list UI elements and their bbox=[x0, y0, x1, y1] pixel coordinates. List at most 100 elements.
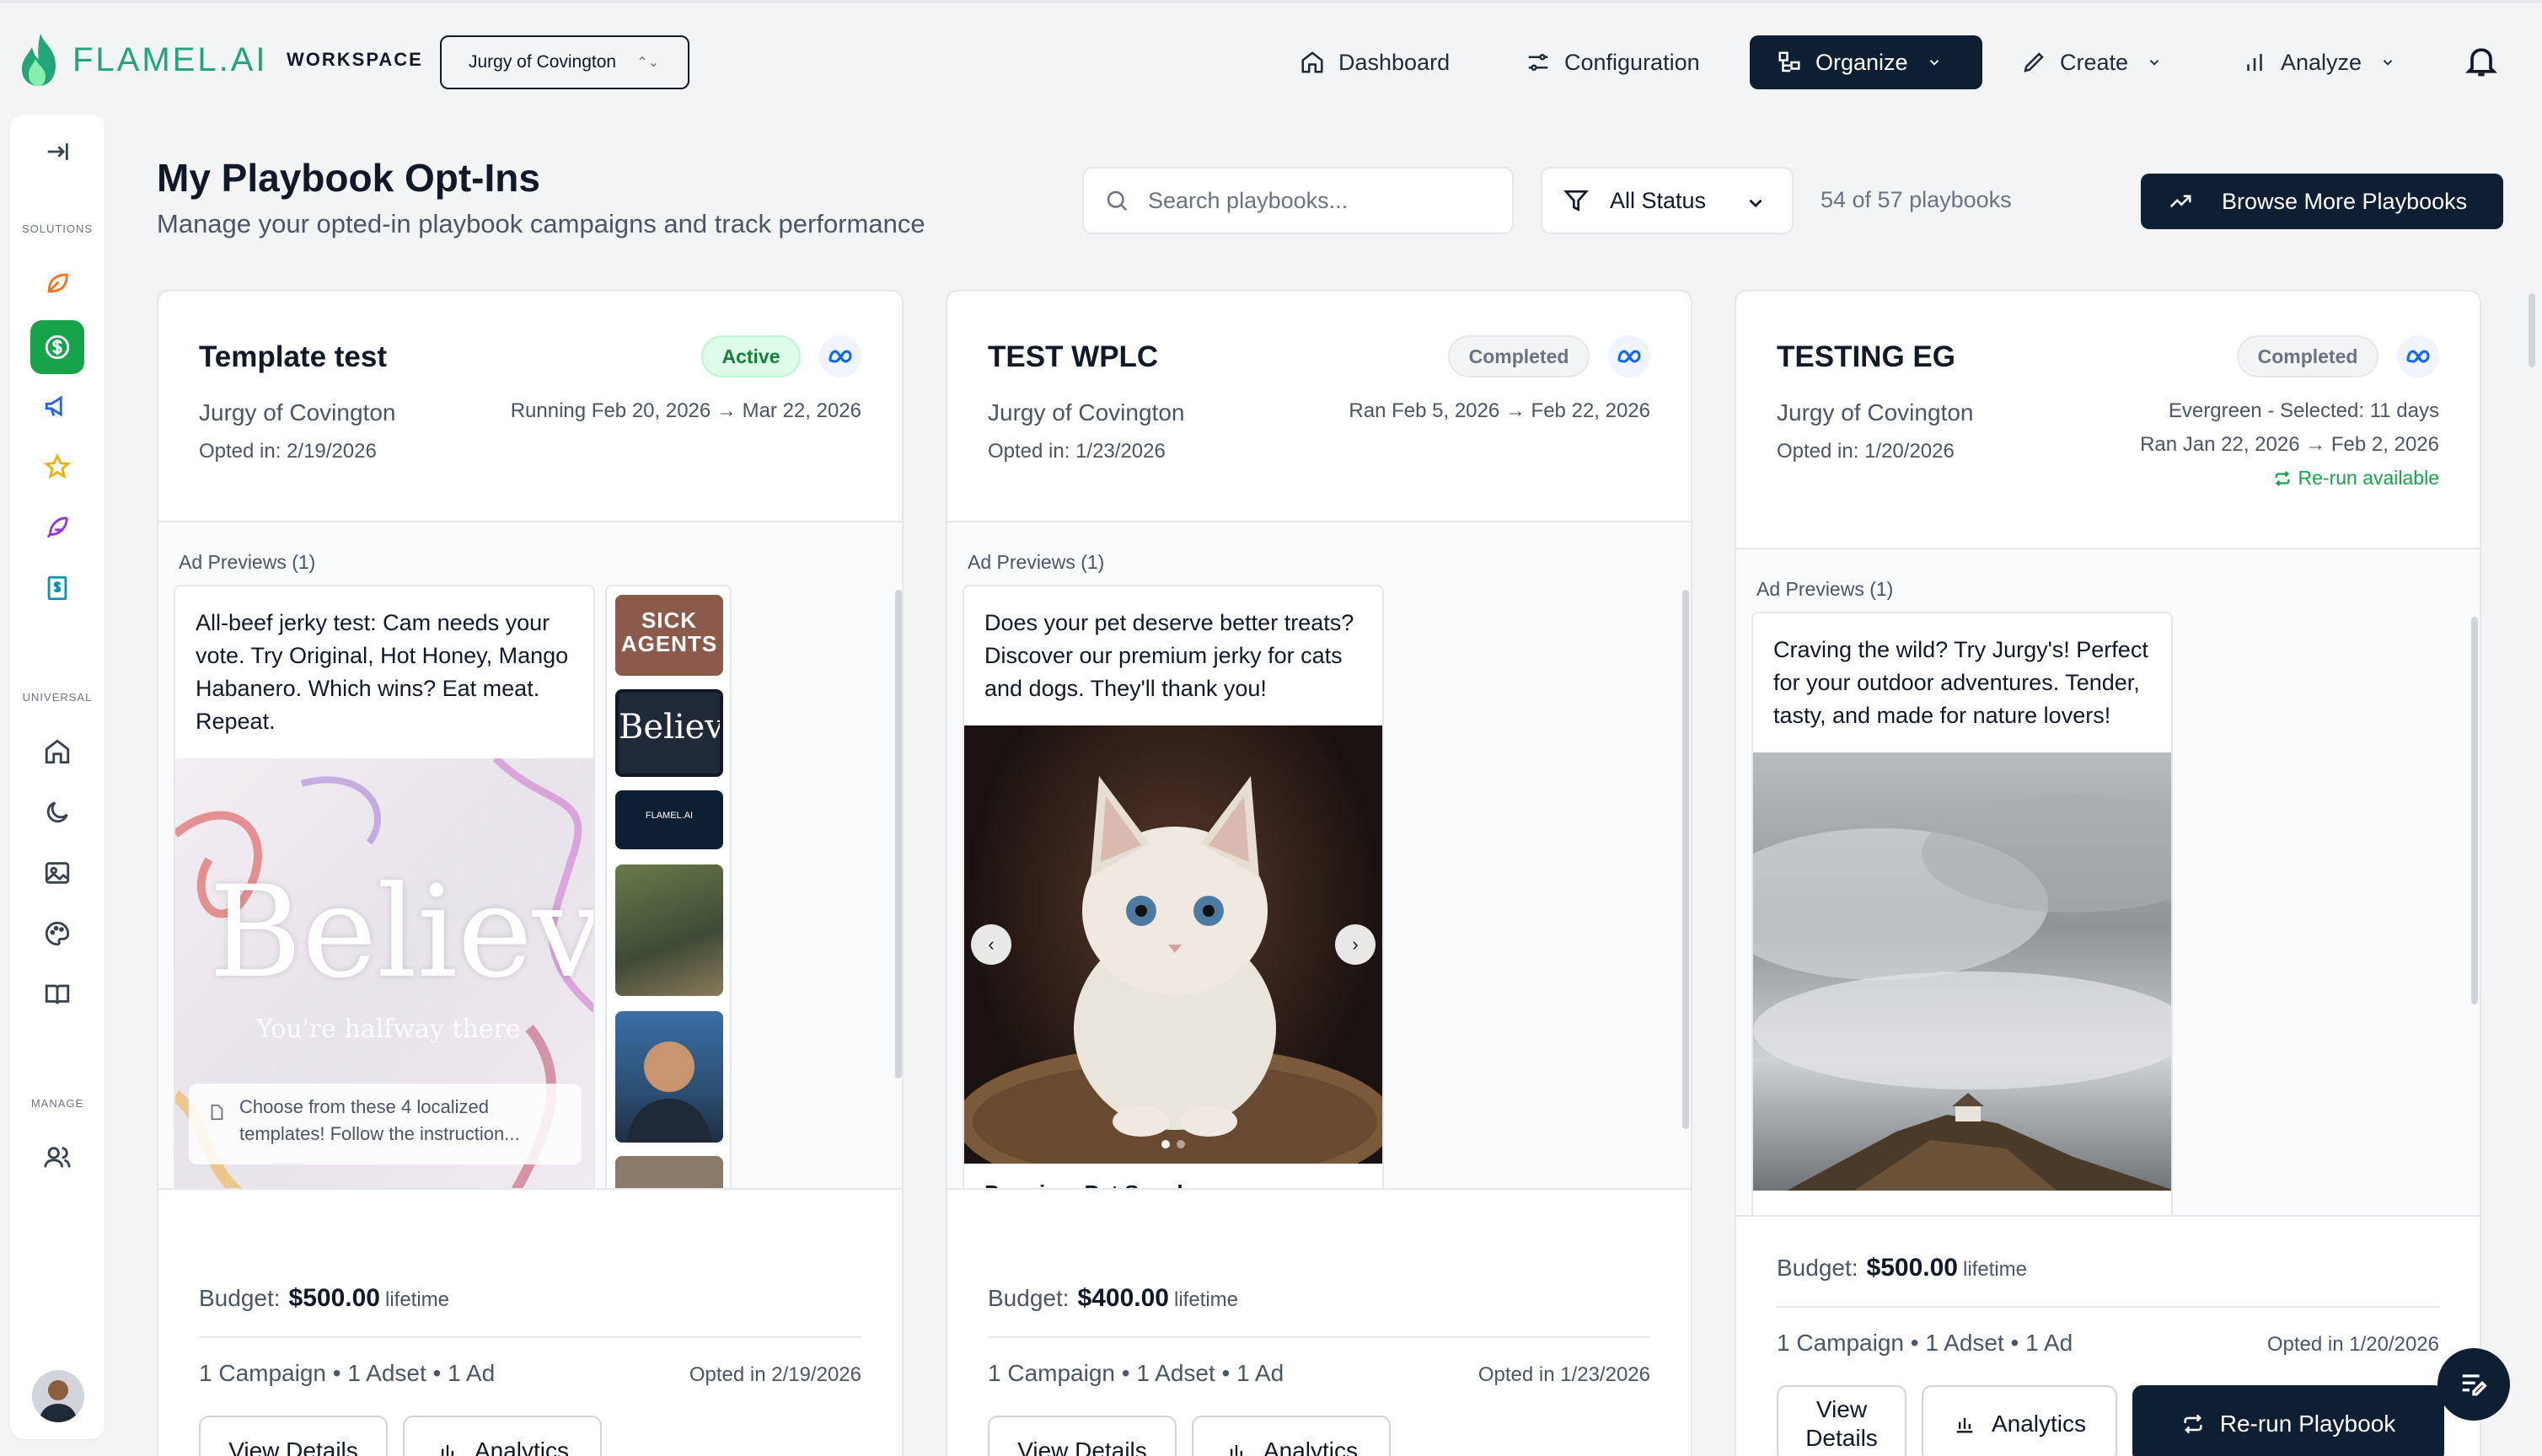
nav-configuration[interactable]: Configuration bbox=[1526, 35, 1700, 89]
budget-unit: lifetime bbox=[1962, 1258, 2028, 1281]
card-opted-date: Opted in 2/19/2026 bbox=[689, 1363, 861, 1386]
analytics-button[interactable]: Analytics bbox=[1192, 1416, 1391, 1456]
collapse-sidebar-button[interactable] bbox=[39, 133, 76, 170]
palette-icon bbox=[45, 921, 70, 946]
thumbnail[interactable] bbox=[615, 1156, 723, 1188]
ad-previews: Ad Previews (1) Craving the wild? Try Ju… bbox=[1736, 549, 2480, 1217]
sidebar-item-star[interactable] bbox=[39, 448, 76, 485]
repeat-icon bbox=[2184, 1414, 2202, 1434]
budget-unit: lifetime bbox=[1173, 1288, 1239, 1311]
sidebar-item-book[interactable] bbox=[39, 976, 76, 1013]
preview-scrollbar[interactable] bbox=[895, 590, 902, 1079]
search-input[interactable] bbox=[1148, 187, 1485, 214]
sidebar-item-megaphone[interactable] bbox=[39, 388, 76, 425]
ad-previews: Ad Previews (1) Does your pet deserve be… bbox=[947, 522, 1691, 1190]
trending-up-icon bbox=[2169, 195, 2191, 208]
sidebar-item-leaf[interactable] bbox=[39, 265, 76, 302]
search-box[interactable] bbox=[1082, 167, 1514, 234]
sidebar-section-universal: UNIVERSAL bbox=[22, 691, 93, 704]
sidebar-item-home[interactable] bbox=[39, 733, 76, 770]
card-stats: 1 Campaign • 1 Adset • 1 Ad bbox=[199, 1360, 496, 1386]
sidebar-item-history[interactable] bbox=[39, 794, 76, 831]
moon-clock-icon bbox=[46, 801, 68, 823]
budget-label: Budget: bbox=[199, 1285, 281, 1311]
workspace-select[interactable]: Jurgy of Covington ⌃⌄ bbox=[440, 35, 689, 89]
carousel-next-button[interactable]: › bbox=[1335, 924, 1376, 965]
carousel-prev-button[interactable]: ‹ bbox=[971, 924, 1011, 965]
bar-chart-icon bbox=[2247, 54, 2262, 71]
ad-preview[interactable]: Does your pet deserve better treats? Dis… bbox=[963, 585, 1384, 1188]
page-subtitle: Manage your opted-in playbook campaigns … bbox=[157, 209, 925, 238]
meta-platform-icon bbox=[819, 335, 861, 377]
sidebar-item-dollar[interactable] bbox=[30, 320, 84, 374]
meta-platform-icon bbox=[2397, 335, 2439, 377]
leaf-icon bbox=[47, 273, 68, 293]
workspace-label: WORKSPACE bbox=[287, 49, 423, 70]
ad-preview[interactable]: All-beef jerky test: Cam needs your vote… bbox=[174, 585, 595, 1188]
status-filter[interactable]: All Status bbox=[1541, 167, 1794, 234]
budget: Budget: $500.00 lifetime bbox=[1777, 1254, 2027, 1282]
template-note-text: Choose from these 4 localized templates!… bbox=[239, 1096, 520, 1144]
nav-organize[interactable]: Organize bbox=[1750, 35, 1982, 89]
carousel-dot[interactable] bbox=[1177, 1140, 1185, 1148]
thumbnail-selected[interactable]: Believe bbox=[615, 689, 723, 777]
nav-create[interactable]: Create bbox=[2021, 35, 2175, 89]
sidebar-item-palette[interactable] bbox=[39, 915, 76, 952]
thumbnail[interactable] bbox=[615, 1011, 723, 1143]
browse-button-label: Browse More Playbooks bbox=[2222, 188, 2468, 214]
ad-thumbnails: SICK AGENTS Believe FLAMEL.AI bbox=[605, 585, 732, 1188]
thumbnail[interactable] bbox=[615, 864, 723, 996]
ad-previews-label: Ad Previews (1) bbox=[179, 551, 316, 573]
page-scrollbar[interactable] bbox=[2529, 293, 2535, 367]
dollar-circle-icon bbox=[45, 335, 70, 360]
user-avatar-icon bbox=[32, 1370, 84, 1422]
view-details-button[interactable]: View Details bbox=[199, 1416, 388, 1456]
rerun-available-link[interactable]: Re-run available bbox=[2273, 467, 2439, 490]
sidebar-item-feather[interactable] bbox=[39, 509, 76, 546]
rerun-playbook-button[interactable]: Re-run Playbook bbox=[2132, 1385, 2444, 1456]
pencil-icon bbox=[2024, 52, 2044, 72]
nav-dashboard[interactable]: Dashboard bbox=[1300, 35, 1450, 89]
card-run-mode: Evergreen - Selected: 11 days bbox=[2168, 399, 2439, 422]
view-details-button[interactable]: View Details bbox=[988, 1416, 1177, 1456]
analytics-label: Analytics bbox=[474, 1437, 570, 1456]
sidebar-item-users[interactable] bbox=[39, 1139, 76, 1176]
sidebar-item-invoice[interactable] bbox=[39, 570, 76, 607]
view-details-button[interactable]: View Details bbox=[1777, 1385, 1906, 1456]
assistant-fab-button[interactable] bbox=[2437, 1348, 2510, 1421]
card-title: TESTING EG bbox=[1777, 340, 1955, 373]
thumbnail[interactable]: FLAMEL.AI bbox=[615, 790, 723, 849]
card-run-dates: Ran Jan 22, 2026 → Feb 2, 2026 bbox=[2140, 433, 2439, 456]
sidebar: SOLUTIONS UNIVERSAL MANAGE bbox=[10, 115, 105, 1439]
flame-logo-icon bbox=[22, 34, 56, 86]
preview-scrollbar[interactable] bbox=[1682, 590, 1689, 1129]
divider bbox=[1777, 1306, 2439, 1308]
ad-preview[interactable]: Craving the wild? Try Jurgy's! Perfect f… bbox=[1751, 612, 2173, 1215]
avatar[interactable] bbox=[32, 1370, 84, 1422]
chevron-down-icon bbox=[2383, 60, 2393, 66]
bar-chart-icon bbox=[1956, 1418, 1973, 1433]
carousel-dot-active[interactable] bbox=[1161, 1140, 1170, 1148]
analytics-label: Analytics bbox=[1991, 1410, 2087, 1437]
analytics-button[interactable]: Analytics bbox=[1922, 1385, 2117, 1456]
view-details-label: View Details bbox=[1805, 1396, 1878, 1451]
browse-more-playbooks-button[interactable]: Browse More Playbooks bbox=[2141, 174, 2503, 229]
brand-logo[interactable]: FLAMEL.AI bbox=[19, 32, 268, 88]
mountain-cabin-photo bbox=[1753, 795, 2171, 1191]
preview-scrollbar[interactable] bbox=[2471, 617, 2478, 1004]
playbook-card: TESTING EG Completed Jurgy of Covington … bbox=[1735, 290, 2481, 1456]
analytics-button[interactable]: Analytics bbox=[403, 1416, 602, 1456]
bar-chart-icon bbox=[441, 1445, 453, 1456]
ad-image: ‹ › bbox=[964, 725, 1382, 1164]
kitten-photo bbox=[964, 776, 1382, 1164]
card-org: Jurgy of Covington bbox=[199, 399, 396, 426]
budget: Budget: $500.00 lifetime bbox=[199, 1284, 449, 1313]
bell-icon[interactable] bbox=[2463, 40, 2500, 81]
hierarchy-icon bbox=[1778, 51, 1800, 72]
sidebar-item-images[interactable] bbox=[39, 854, 76, 891]
playbook-card: TEST WPLC Completed Jurgy of Covington O… bbox=[946, 290, 1692, 1456]
thumbnail[interactable]: SICK AGENTS bbox=[615, 595, 723, 676]
list-edit-icon bbox=[2462, 1374, 2487, 1396]
nav-analyze[interactable]: Analyze bbox=[2242, 35, 2409, 89]
image-icon bbox=[45, 862, 70, 884]
